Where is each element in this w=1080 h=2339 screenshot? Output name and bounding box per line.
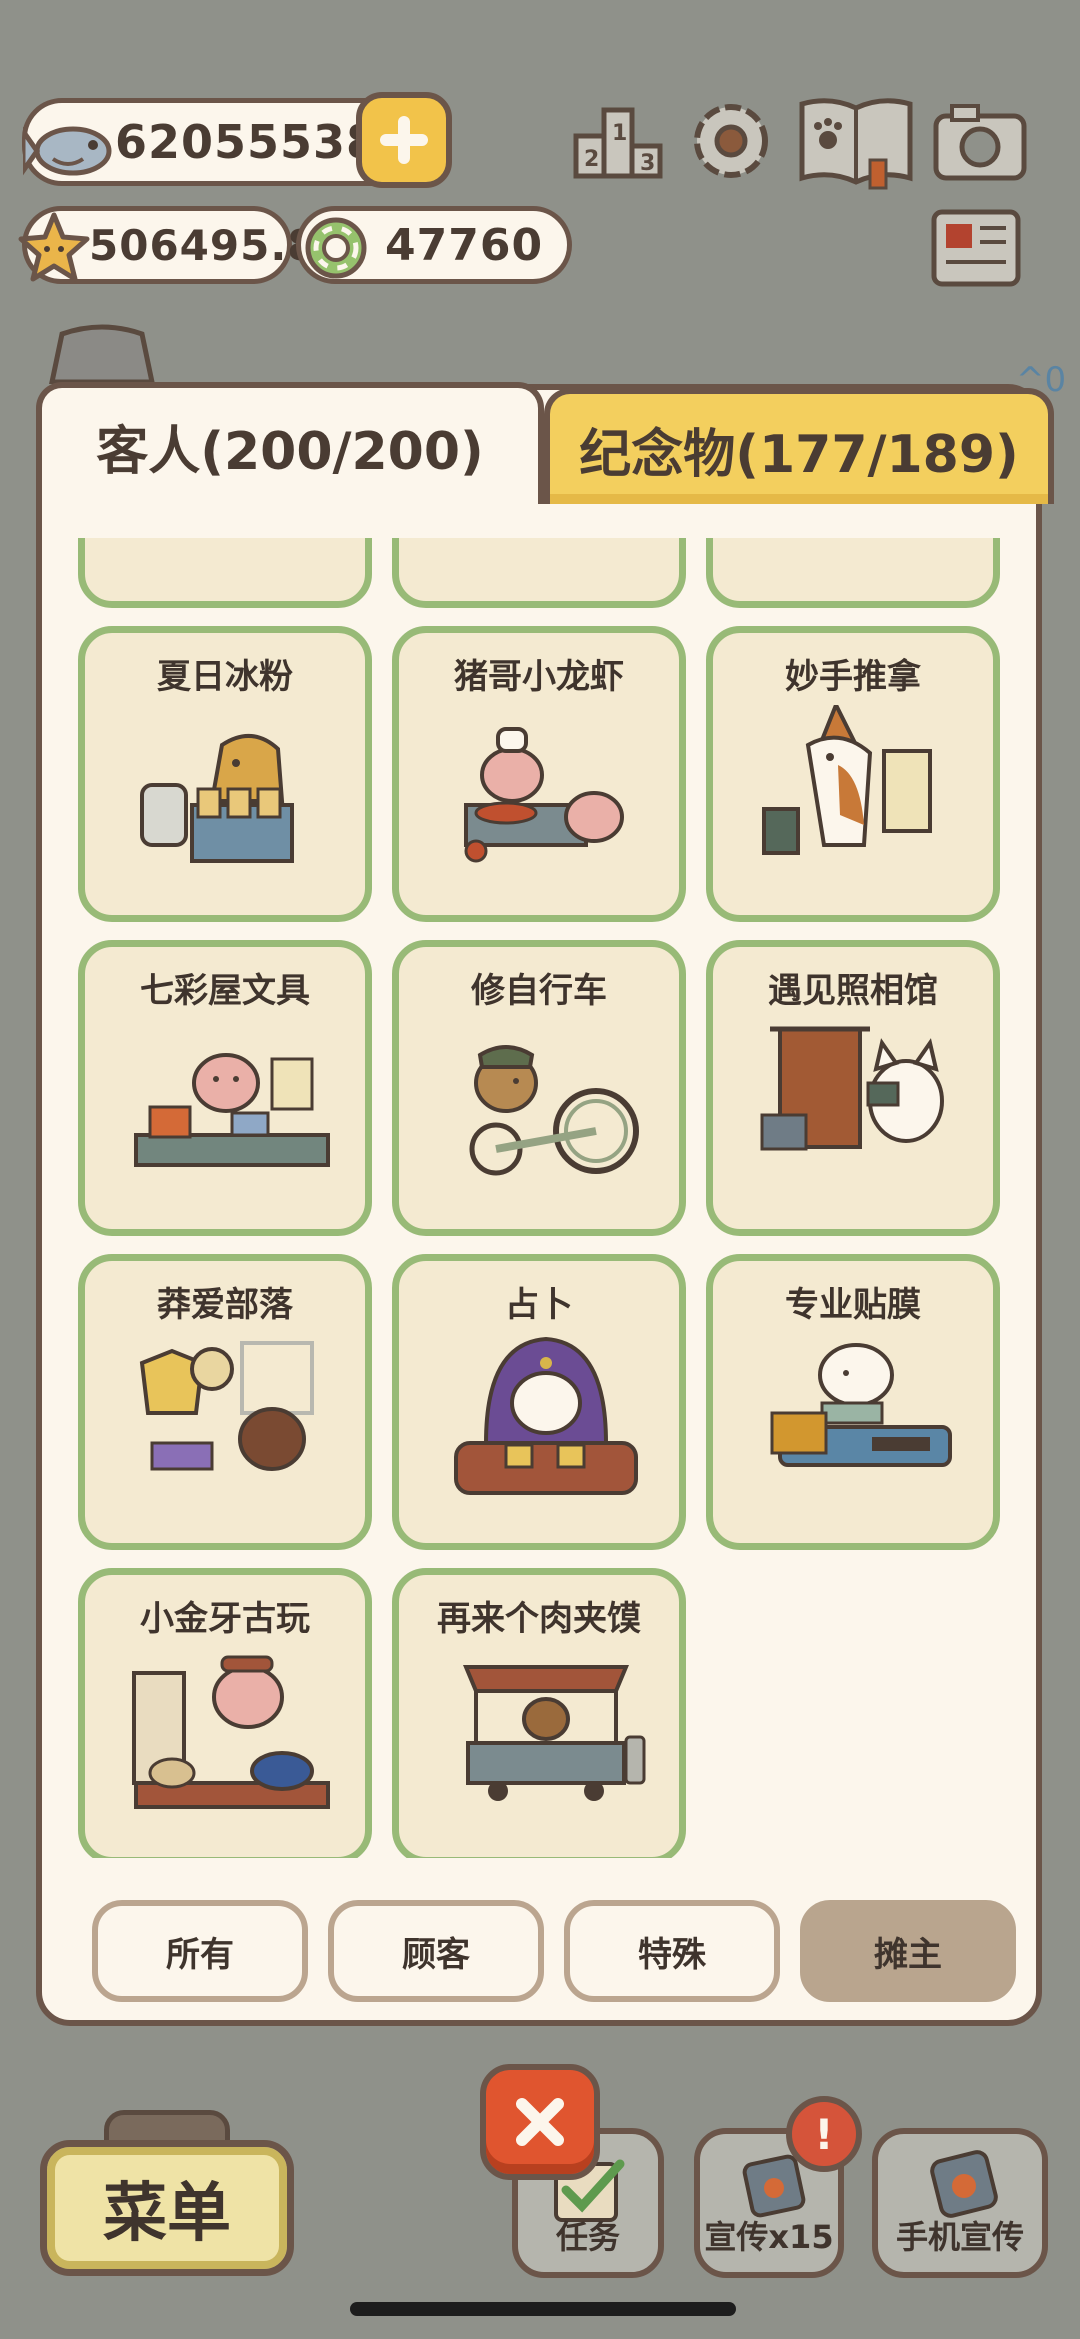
plus-icon (380, 116, 428, 164)
food-cart-icon (463, 1665, 646, 1801)
guest-card-label: 猪哥小龙虾 (454, 657, 624, 697)
guest-card[interactable] (706, 538, 1000, 608)
svg-text:1: 1 (612, 121, 627, 146)
guest-card[interactable]: 修自行车 (392, 940, 686, 1236)
guest-card[interactable]: 莽爱部落 (78, 1254, 372, 1550)
tab-souvenirs[interactable]: 纪念物(177/189) (544, 388, 1054, 504)
guest-card[interactable] (78, 538, 372, 608)
guest-card[interactable]: 妙手推拿 (706, 626, 1000, 922)
ranking-podium-icon[interactable]: 2 1 3 (572, 96, 664, 188)
guest-card[interactable]: 夏日冰粉 (78, 626, 372, 922)
guest-card[interactable]: 小金牙古玩 (78, 1568, 372, 1858)
ring-count: 47760 (385, 219, 544, 271)
dog-bicycle-icon (469, 1045, 639, 1176)
add-currency-button[interactable] (356, 92, 452, 188)
fish-icon (20, 109, 119, 197)
guest-card[interactable]: 七彩屋文具 (78, 940, 372, 1236)
filter-stall-owners-button[interactable]: 摊主 (800, 1900, 1016, 2002)
guest-card-label: 遇见照相馆 (768, 971, 938, 1011)
phone-promote-button[interactable]: 手机宣传 (872, 2128, 1048, 2278)
cat-photo-icon (760, 1026, 944, 1151)
star-icon (15, 209, 93, 291)
dog-screen-film-icon (770, 1343, 952, 1467)
paw-book-icon[interactable] (796, 94, 916, 194)
star-count: 506495.8 (89, 220, 318, 270)
fortune-teller-icon (454, 1336, 638, 1495)
collection-panel: 客人(200/200) 纪念物(177/189) 夏日冰粉 猪哥小龙虾 妙手推拿… (36, 382, 1054, 2026)
guest-card[interactable]: 专业贴膜 (706, 1254, 1000, 1550)
pig-antiques-icon (132, 1655, 330, 1809)
newspaper-icon[interactable] (928, 206, 1024, 294)
filter-customers-button[interactable]: 顾客 (328, 1900, 544, 2002)
lifebuoy-icon (301, 213, 371, 287)
close-panel-button[interactable] (480, 2064, 600, 2180)
filter-all-button[interactable]: 所有 (92, 1900, 308, 2002)
menu-button[interactable]: 菜单 (40, 2140, 294, 2276)
shop-roof-icon (46, 324, 158, 388)
tab-guests[interactable]: 客人(200/200) (36, 382, 544, 504)
tasks-label: 任务 (555, 2218, 620, 2256)
guest-card-label: 再来个肉夹馍 (437, 1599, 641, 1639)
guest-card[interactable]: 占卜 (392, 1254, 686, 1550)
menu-button-label: 菜单 (103, 2177, 231, 2251)
settings-gear-icon[interactable] (684, 94, 778, 192)
guest-card-label: 专业贴膜 (785, 1285, 921, 1325)
phone-promote-label: 手机宣传 (895, 2218, 1024, 2256)
svg-text:3: 3 (640, 151, 655, 176)
svg-text:2: 2 (584, 147, 599, 172)
guest-card-label: 夏日冰粉 (157, 657, 293, 697)
close-icon (516, 2098, 564, 2146)
guest-card[interactable]: 猪哥小龙虾 (392, 626, 686, 922)
promote-label: 宣传x15 (704, 2218, 834, 2256)
clothes-rack-icon (139, 1341, 314, 1471)
camera-icon[interactable] (932, 100, 1028, 188)
guest-card-label: 修自行车 (471, 971, 607, 1011)
home-indicator (350, 2302, 736, 2316)
alert-badge: ! (786, 2096, 862, 2172)
guest-card-label: 七彩屋文具 (140, 971, 310, 1011)
pig-stationery-icon (134, 1053, 330, 1167)
guest-card-label: 妙手推拿 (785, 657, 921, 697)
dog-stall-icon (140, 733, 294, 863)
corgi-massage-icon (762, 705, 932, 855)
guest-card-label: 小金牙古玩 (140, 1599, 310, 1639)
guest-card[interactable] (392, 538, 686, 608)
filter-special-button[interactable]: 特殊 (564, 1900, 780, 2002)
star-currency-pill: 506495.8 (18, 206, 317, 284)
guest-card-label: 占卜 (505, 1285, 573, 1325)
pig-chef-icon (464, 727, 624, 863)
guest-card-grid: 夏日冰粉 猪哥小龙虾 妙手推拿 七彩屋文具 修自行车 遇见照相馆 莽爱部落 占卜… (78, 538, 1028, 1858)
ring-currency-pill: 47760 (296, 206, 572, 284)
guest-card-label: 莽爱部落 (157, 1285, 293, 1325)
guest-card[interactable]: 遇见照相馆 (706, 940, 1000, 1236)
guest-card[interactable]: 再来个肉夹馍 (392, 1568, 686, 1858)
